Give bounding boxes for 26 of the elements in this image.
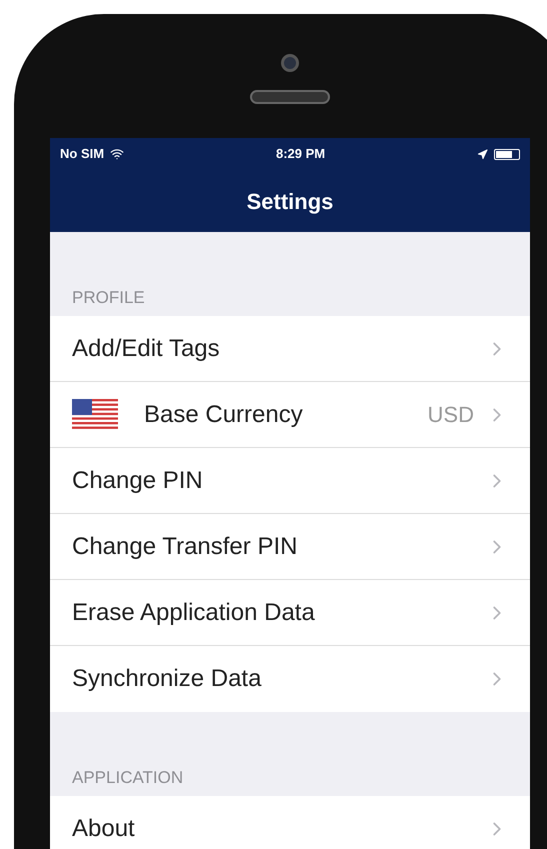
row-label: Add/Edit Tags: [72, 334, 220, 364]
speaker-icon: [250, 90, 330, 104]
row-label: Base Currency: [144, 400, 303, 430]
settings-row[interactable]: Change Transfer PIN: [50, 514, 530, 580]
clock-text: 8:29 PM: [276, 145, 326, 164]
settings-row[interactable]: Erase Application Data: [50, 580, 530, 646]
row-label: Synchronize Data: [72, 664, 262, 694]
settings-row[interactable]: Change PIN: [50, 448, 530, 514]
carrier-text: No SIM: [60, 145, 104, 164]
settings-row[interactable]: Add/Edit Tags: [50, 316, 530, 382]
battery-icon: [494, 148, 520, 160]
section-header: APPLICATION: [72, 767, 184, 790]
row-label: Change Transfer PIN: [72, 532, 298, 562]
row-label: About: [72, 814, 135, 844]
flag-icon: [72, 398, 118, 430]
settings-row[interactable]: About: [50, 796, 530, 849]
wifi-icon: [110, 147, 124, 161]
settings-row[interactable]: Synchronize Data: [50, 646, 530, 712]
row-label: Erase Application Data: [72, 598, 315, 628]
row-label: Change PIN: [72, 466, 203, 496]
settings-row[interactable]: Base Currency USD: [50, 382, 530, 448]
location-icon: [477, 148, 488, 160]
camera-icon: [281, 54, 299, 72]
row-value: USD: [428, 401, 474, 429]
screen-title: Settings: [246, 188, 334, 216]
section-header: PROFILE: [72, 287, 145, 310]
